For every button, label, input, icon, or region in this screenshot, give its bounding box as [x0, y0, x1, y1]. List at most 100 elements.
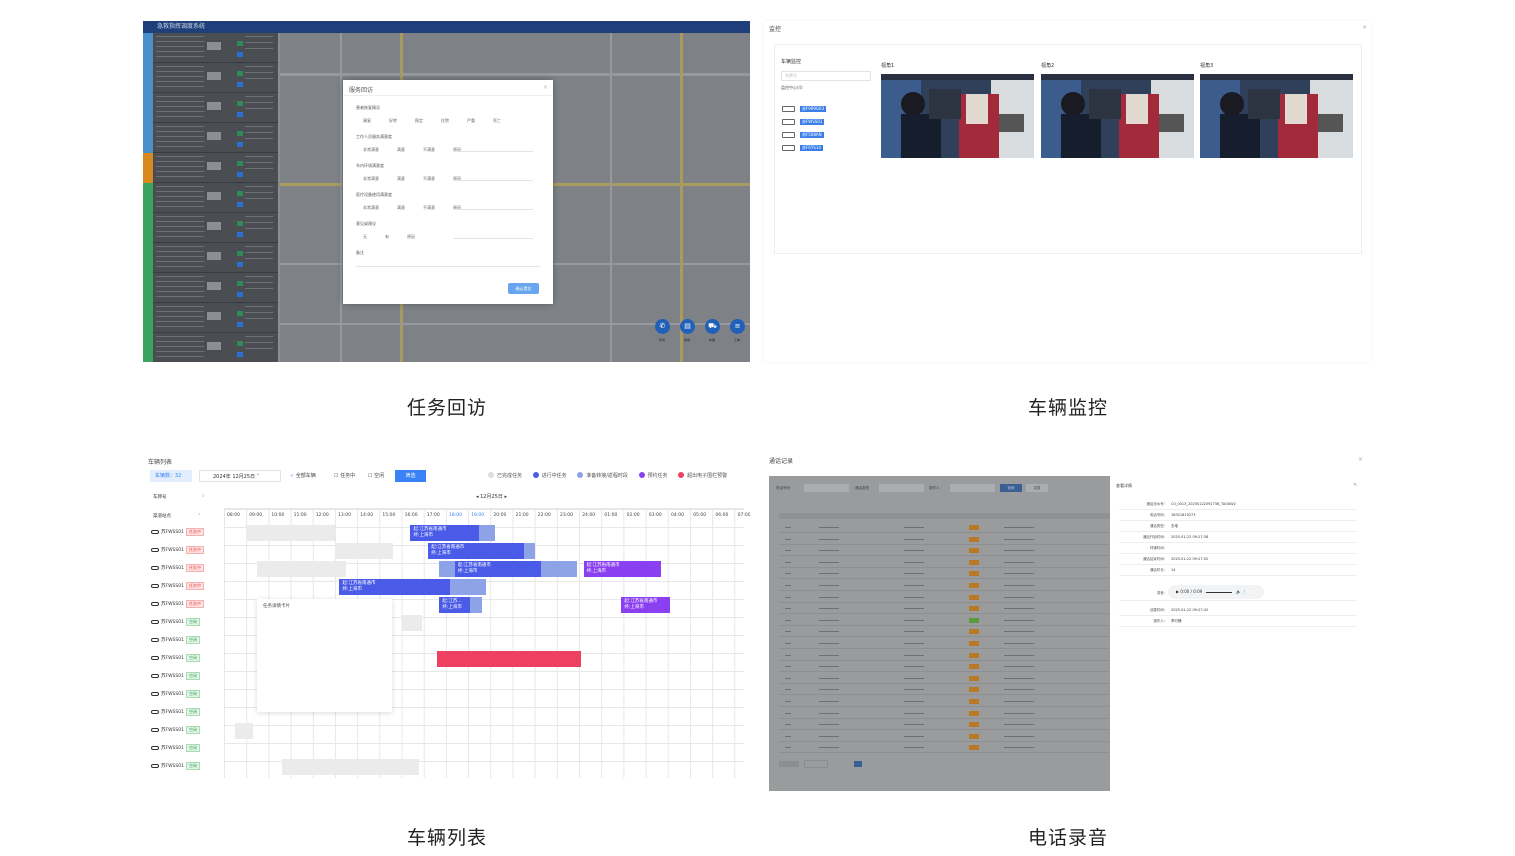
vehicle-card[interactable]: [143, 63, 278, 93]
vehicle-row[interactable]: 苏FWSS01 空闲: [151, 632, 221, 650]
toggle-icon[interactable]: [151, 529, 159, 534]
task-bar[interactable]: 起:江苏省南通市 终:上海市: [339, 579, 451, 595]
table-row[interactable]: [779, 592, 1110, 603]
task-bar[interactable]: 起:江苏省南通市 终:上海市: [583, 561, 662, 577]
vehicle-row[interactable]: 苏FWSS01 空闲: [151, 668, 221, 686]
plate-item[interactable]: 苏F969G03: [782, 98, 827, 112]
task-bar[interactable]: [437, 651, 582, 667]
table-row[interactable]: [779, 650, 1110, 661]
vehicle-row[interactable]: 苏FWSS01 任务中: [151, 578, 221, 596]
toggle-icon[interactable]: [151, 619, 159, 624]
vehicle-row[interactable]: 苏FWSS01 任务中: [151, 560, 221, 578]
completed-task-bar[interactable]: [246, 525, 335, 541]
table-row[interactable]: [779, 661, 1110, 673]
toggle-icon[interactable]: [151, 727, 159, 732]
more-icon[interactable]: ⋮: [1242, 589, 1246, 594]
close-icon[interactable]: ×: [1362, 24, 1367, 31]
plate-search-input[interactable]: 车牌号: [781, 71, 871, 81]
toggle-icon[interactable]: [151, 565, 159, 570]
task-bar[interactable]: [470, 597, 482, 613]
table-row[interactable]: [779, 603, 1110, 615]
vehicle-row[interactable]: 苏FWSS01 任务中: [151, 596, 221, 614]
car-icon[interactable]: ⛟: [705, 319, 720, 334]
toggle-icon[interactable]: [151, 637, 159, 642]
option-radio[interactable]: 非常满意: [363, 147, 379, 153]
filter-button[interactable]: 筛选: [395, 470, 426, 482]
vehicle-card[interactable]: [143, 183, 278, 213]
camera-feed[interactable]: [1200, 74, 1353, 158]
option-radio[interactable]: 满意: [397, 205, 405, 211]
completed-task-bar[interactable]: [281, 759, 420, 775]
vehicle-card[interactable]: [143, 93, 278, 123]
vehicle-row[interactable]: 苏FWSS01 任务中: [151, 542, 221, 560]
option-radio[interactable]: 原因: [407, 234, 415, 240]
toggle-icon[interactable]: [151, 583, 159, 588]
staff-options[interactable]: 非常满意 满意 不满意 原因: [363, 147, 479, 153]
vehicle-card[interactable]: [143, 123, 278, 153]
option-radio[interactable]: 不满意: [423, 147, 435, 153]
filter-all-vehicles[interactable]: ✓ 全部车辆: [290, 470, 316, 482]
option-radio[interactable]: 不满意: [423, 176, 435, 182]
table-row[interactable]: [779, 684, 1110, 696]
query-button[interactable]: 查询: [1000, 484, 1022, 492]
table-row[interactable]: [779, 522, 1110, 533]
vehicle-row[interactable]: 苏FWSS01 空闲: [151, 758, 221, 776]
audio-player[interactable]: ▶ 0:00 / 0:09 🔈 ⋮: [1168, 585, 1264, 599]
task-bar[interactable]: 起:江苏... 终:上海市: [439, 597, 471, 613]
equipment-options[interactable]: 非常满意 满意 不满意 原因: [363, 205, 479, 211]
vehicle-card[interactable]: [143, 303, 278, 333]
close-icon[interactable]: ×: [1358, 456, 1363, 463]
plate-item[interactable]: 苏F6YS14: [782, 137, 823, 151]
table-row[interactable]: [779, 673, 1110, 684]
option-radio[interactable]: 原因: [453, 176, 461, 182]
option-radio[interactable]: 死亡: [493, 118, 501, 124]
reason-input[interactable]: [453, 209, 533, 210]
task-bar[interactable]: 起:江苏省南通市 终:上海市: [454, 561, 542, 577]
filter-idle[interactable]: ☐ 空闲: [368, 470, 384, 482]
toggle-icon[interactable]: [151, 691, 159, 696]
list-icon[interactable]: ≡: [730, 319, 745, 334]
option-radio[interactable]: 不满意: [423, 205, 435, 211]
camera-feed[interactable]: [1041, 74, 1194, 158]
vehicle-card[interactable]: [143, 33, 278, 63]
document-icon[interactable]: ▤: [680, 319, 695, 334]
option-radio[interactable]: 康复: [363, 118, 371, 124]
option-radio[interactable]: 原因: [453, 205, 461, 211]
option-radio[interactable]: 满意: [397, 176, 405, 182]
vehicle-row[interactable]: 苏FWSS01 空闲: [151, 650, 221, 668]
reason-input[interactable]: [453, 180, 533, 181]
option-radio[interactable]: 住院: [441, 118, 449, 124]
option-radio[interactable]: 原因: [453, 147, 461, 153]
remark-input[interactable]: [356, 266, 540, 267]
vehicle-card[interactable]: [143, 153, 278, 183]
toggle-icon[interactable]: [151, 655, 159, 660]
date-picker[interactable]: 2024年 12月25日 ˅: [199, 470, 281, 482]
task-bar[interactable]: 起:江苏省南通市 终:上海市: [621, 597, 671, 613]
page-size-select[interactable]: [804, 760, 828, 768]
vehicle-row[interactable]: 苏FWSS01 空闲: [151, 704, 221, 722]
task-bar[interactable]: [523, 543, 535, 559]
vehicle-row[interactable]: 苏FWSS01 空闲: [151, 722, 221, 740]
table-row[interactable]: [779, 708, 1110, 719]
type-select[interactable]: [879, 484, 924, 492]
plate-item[interactable]: 苏FWSS01: [782, 111, 825, 125]
filter-on-task[interactable]: ☐ 任务中: [334, 470, 355, 482]
day-navigator[interactable]: ◂ 12月25日 ▸: [476, 493, 507, 500]
camera-feed[interactable]: [881, 74, 1034, 158]
audio-progress[interactable]: [1206, 591, 1233, 593]
close-icon[interactable]: ×: [1353, 482, 1357, 488]
confirm-submit-button[interactable]: 确认提交: [508, 283, 539, 294]
option-radio[interactable]: 满意: [397, 147, 405, 153]
table-row[interactable]: [779, 731, 1110, 742]
vehicle-card[interactable]: [143, 273, 278, 303]
table-row[interactable]: [779, 638, 1110, 649]
reset-button[interactable]: 重置: [1026, 484, 1048, 492]
completed-task-bar[interactable]: [401, 615, 422, 631]
completed-task-bar[interactable]: [335, 543, 393, 559]
station-header[interactable]: 渠道站点 ˅: [153, 513, 200, 519]
volume-icon[interactable]: 🔈: [1236, 589, 1241, 594]
phone-icon[interactable]: ✆: [655, 319, 670, 334]
toggle-icon[interactable]: [151, 745, 159, 750]
table-row[interactable]: [779, 615, 1110, 626]
option-radio[interactable]: 好转: [389, 118, 397, 124]
